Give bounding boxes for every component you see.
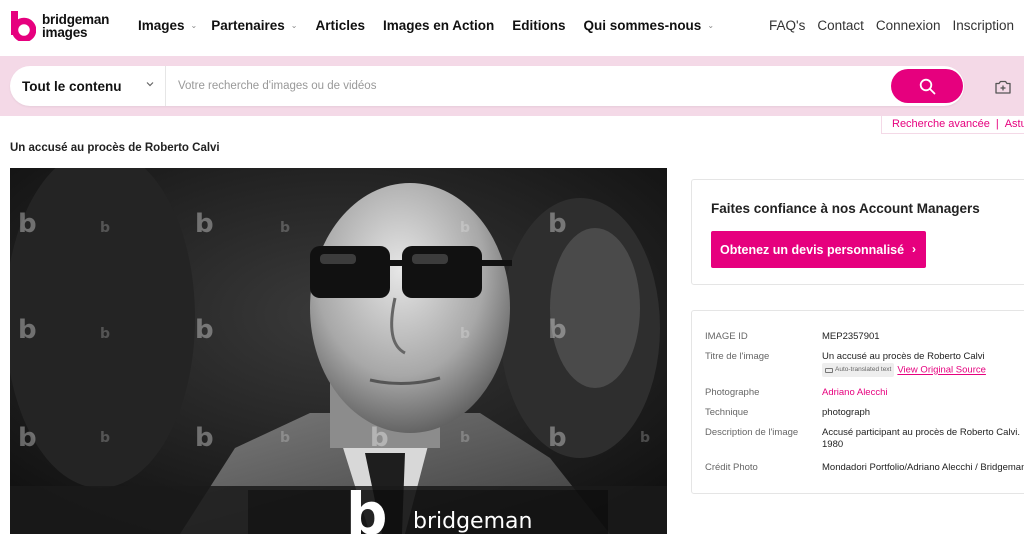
watermark-b: b [195, 315, 214, 345]
view-original-link[interactable]: View Original Source [897, 365, 986, 376]
search-button[interactable] [891, 69, 963, 103]
watermark-b: b [548, 315, 567, 345]
detail-key: Technique [705, 407, 749, 418]
detail-key: Description de l'image [705, 427, 799, 438]
watermark-bridgeman: bridgeman [413, 509, 532, 534]
main-nav: Images ⌄ Partenaires ⌄ Articles Images e… [138, 18, 714, 33]
search-scope-dropdown[interactable]: Tout le contenu [10, 66, 166, 106]
link-inscription[interactable]: Inscription [952, 18, 1014, 33]
watermark-b: b [195, 209, 214, 239]
watermark-b-small: b [460, 430, 470, 446]
search-icon [919, 78, 935, 94]
page-title: Un accusé au procès de Roberto Calvi [10, 142, 220, 154]
nav-item-qui-sommes-nous[interactable]: Qui sommes-nous ⌄ [584, 18, 714, 33]
account-links: FAQ's Contact Connexion Inscription [757, 18, 1014, 33]
logo-text: bridgeman images [42, 13, 109, 40]
auto-tag-label: Auto-translated text [835, 366, 892, 373]
detail-value: photograph [822, 407, 871, 418]
watermark-b: b [18, 423, 37, 453]
detail-value: Mondadori Portfolio/Adriano Alecchi / Br… [822, 462, 1024, 473]
main-photo[interactable]: b b b b b b b b b b b b b b b b b b b b … [10, 168, 667, 534]
nav-item-images-en-action[interactable]: Images en Action [383, 18, 494, 33]
photographer-link[interactable]: Adriano Alecchi [822, 387, 1024, 399]
quote-button[interactable]: Obtenez un devis personnalisé › [711, 231, 926, 268]
auto-translated-badge: Auto-translated text [822, 363, 895, 377]
quote-button-label: Obtenez un devis personnalisé [720, 242, 905, 257]
search-input[interactable] [178, 76, 878, 96]
watermark-b-small: b [460, 220, 470, 236]
watermark-big-b: b [346, 480, 388, 534]
detail-key: Photographe [705, 387, 760, 398]
watermark-b-small: b [280, 430, 290, 446]
link-search-tips[interactable]: Astuce [1005, 118, 1024, 130]
nav-label: Editions [512, 18, 566, 33]
detail-key: Crédit Photo [705, 462, 758, 473]
detail-value: Accusé participant au procès de Roberto … [822, 427, 1021, 450]
link-advanced-search[interactable]: Recherche avancée [892, 118, 990, 130]
bridgeman-logo[interactable]: bridgeman images [10, 11, 109, 41]
account-manager-card: Faites confiance à nos Account Managers … [691, 179, 1024, 285]
chevron-right-icon: › [912, 242, 916, 256]
nav-label: Articles [315, 18, 366, 33]
watermark-b: b [370, 423, 389, 453]
nav-label: Images [138, 18, 185, 33]
link-contact[interactable]: Contact [817, 18, 864, 33]
watermark-b-small: b [640, 430, 650, 446]
link-connexion[interactable]: Connexion [876, 18, 941, 33]
image-details-card: IMAGE ID MEP2357901 Titre de l'image Un … [691, 310, 1024, 494]
logo-b-icon [10, 11, 36, 41]
watermark-b: b [548, 423, 567, 453]
chevron-down-icon: ⌄ [707, 21, 715, 30]
detail-key: Titre de l'image [705, 351, 770, 362]
camera-search-button[interactable] [990, 76, 1016, 98]
camera-add-icon [995, 80, 1011, 94]
link-faq[interactable]: FAQ's [769, 18, 805, 33]
card-heading: Faites confiance à nos Account Managers [711, 201, 980, 216]
watermark-b-small: b [280, 220, 290, 236]
chevron-down-icon: ⌄ [190, 21, 198, 30]
nav-item-partenaires[interactable]: Partenaires ⌄ [211, 18, 297, 33]
watermark-b: b [18, 315, 37, 345]
detail-key: IMAGE ID [705, 331, 748, 342]
detail-value-wrap: Un accusé au procès de Roberto Calvi Aut… [822, 351, 1024, 377]
detail-value: Un accusé au procès de Roberto Calvi [822, 351, 985, 362]
detail-value: MEP2357901 [822, 331, 880, 342]
nav-label: Partenaires [211, 18, 285, 33]
watermark-b: b [18, 209, 37, 239]
chevron-down-icon: ⌄ [290, 21, 298, 30]
watermark-b-small: b [100, 326, 110, 342]
scope-label: Tout le contenu [22, 78, 122, 94]
nav-item-articles[interactable]: Articles [315, 18, 365, 33]
chevron-down-icon [146, 82, 154, 87]
watermark-b-small: b [100, 430, 110, 446]
nav-item-images[interactable]: Images ⌄ [138, 18, 197, 33]
watermark-b-small: b [460, 326, 470, 342]
watermark-b: b [548, 209, 567, 239]
watermark-b: b [195, 423, 214, 453]
search-subbar: Recherche avancée | Astuce [881, 116, 1024, 134]
logo-line2: images [42, 25, 88, 40]
separator: | [995, 117, 999, 130]
nav-label: Qui sommes-nous [583, 18, 702, 33]
top-header: bridgeman images Images ⌄ Partenaires ⌄ … [0, 0, 1024, 56]
watermark-b-small: b [100, 220, 110, 236]
translate-icon [825, 367, 833, 373]
nav-item-editions[interactable]: Editions [512, 18, 565, 33]
nav-label: Images en Action [383, 18, 495, 33]
photo-illustration: b b b b b b b b b b b b b b b b b b b b … [10, 168, 667, 534]
search-bar: Tout le contenu [10, 66, 964, 106]
